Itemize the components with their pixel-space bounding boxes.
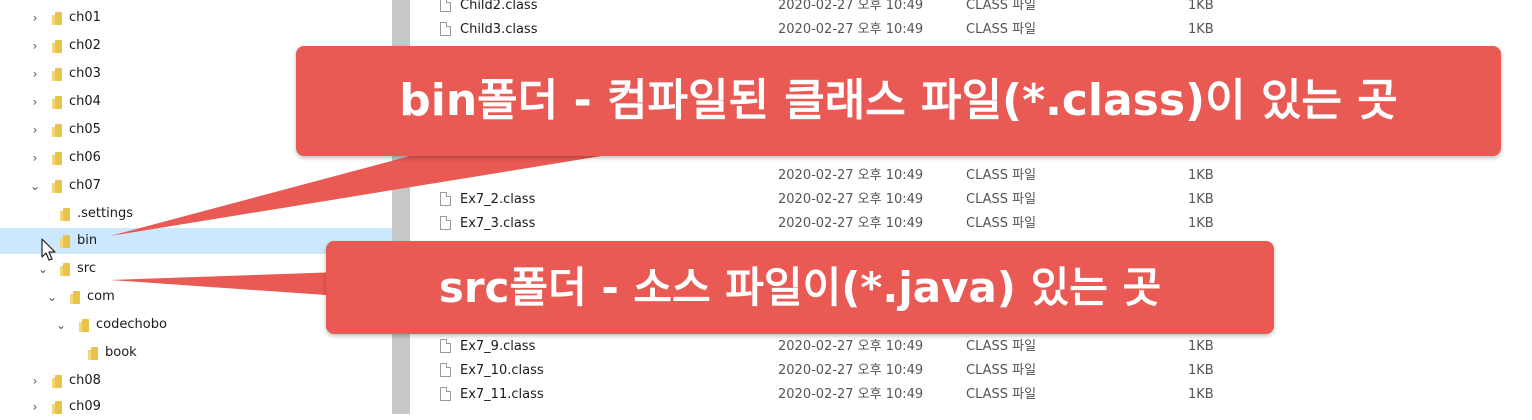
src-folder-callout: src폴더 - 소스 파일이(*.java) 있는 곳 (326, 241, 1274, 334)
bin-folder-callout: bin폴더 - 컴파일된 클래스 파일(*.class)이 있는 곳 (296, 46, 1501, 156)
src-callout-pointer (110, 272, 340, 296)
